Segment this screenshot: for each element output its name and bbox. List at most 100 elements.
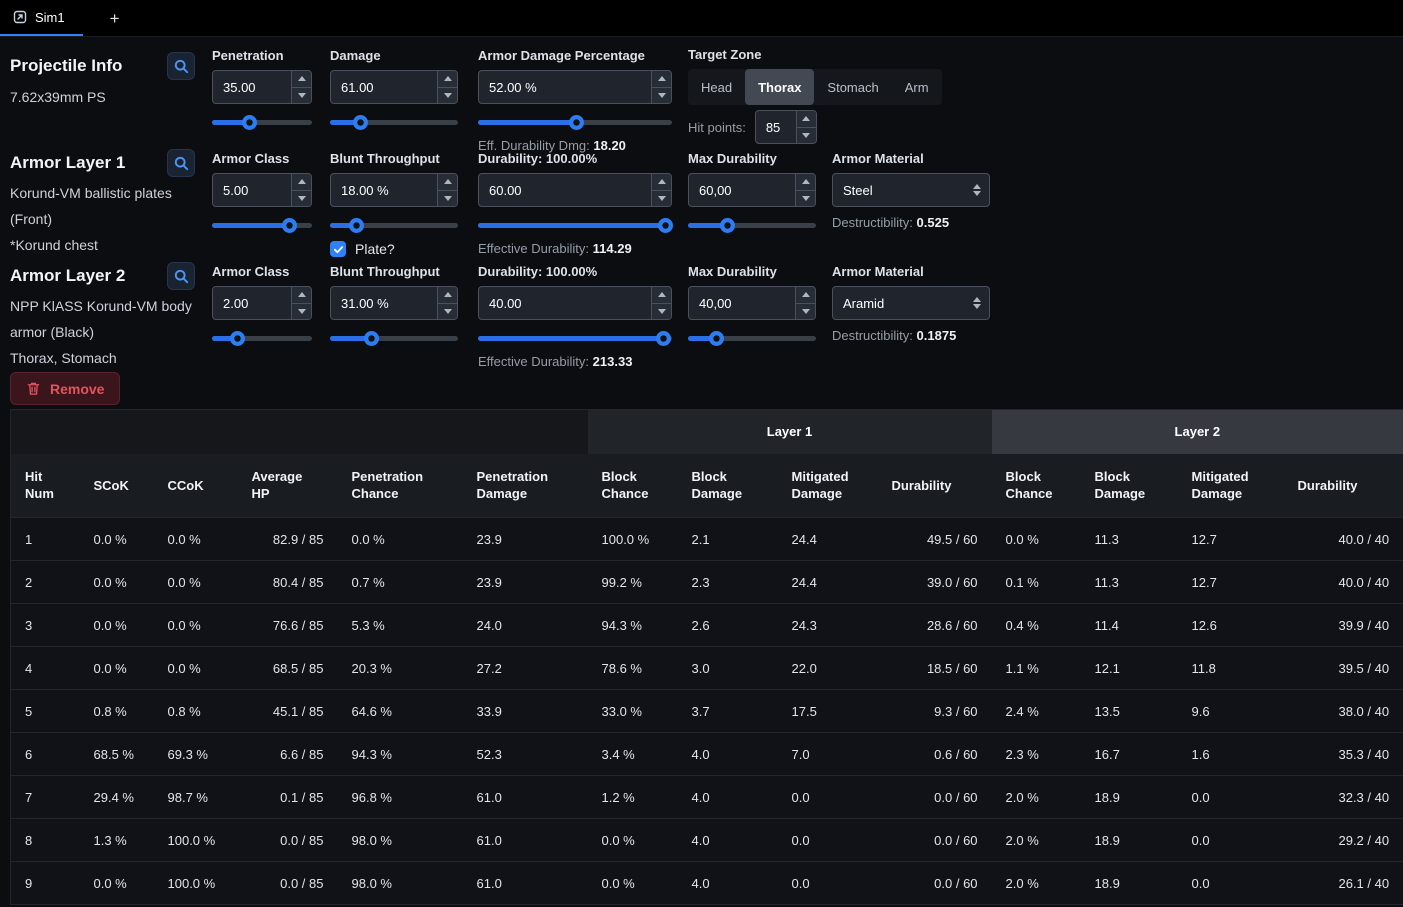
spin-up-button[interactable] bbox=[796, 287, 815, 303]
spin-up-button[interactable] bbox=[796, 174, 815, 190]
spin-up-button[interactable] bbox=[292, 71, 311, 87]
layer1-armor-class-slider[interactable] bbox=[212, 218, 312, 233]
zone-button-arm[interactable]: Arm bbox=[892, 69, 942, 105]
zone-button-head[interactable]: Head bbox=[688, 69, 745, 105]
projectile-search-button[interactable] bbox=[167, 52, 195, 80]
slider-thumb[interactable] bbox=[348, 218, 364, 233]
slider-thumb[interactable] bbox=[230, 331, 245, 346]
slider-thumb[interactable] bbox=[658, 218, 674, 233]
layer1-armor-class-control: Armor Class bbox=[212, 151, 312, 233]
table-cell: 68.5 / 85 bbox=[237, 646, 338, 690]
table-row: 1 0.0 % 0.0 % 82.9 / 85 0.0 % 23.9 100.0 % 2.1 2… bbox=[10, 517, 1403, 561]
table-cell: 1.1 % bbox=[991, 646, 1081, 690]
zone-button-thorax[interactable]: Thorax bbox=[745, 69, 815, 105]
table-cell: 76.6 / 85 bbox=[237, 603, 338, 647]
penetration-slider[interactable] bbox=[212, 115, 312, 130]
armor-damage-slider[interactable] bbox=[478, 115, 672, 130]
remove-label: Remove bbox=[50, 380, 105, 397]
spin-down-button[interactable] bbox=[292, 86, 311, 103]
damage-control: Damage bbox=[330, 48, 458, 130]
armor-class-label: Armor Class bbox=[212, 151, 290, 166]
effective-durability-line: Effective Durability: 114.29 bbox=[478, 241, 672, 256]
armor-damage-control: Armor Damage Percentage Eff. Durability … bbox=[478, 48, 672, 153]
plate-checkbox[interactable]: Plate? bbox=[330, 241, 458, 257]
layer1-search-button[interactable] bbox=[167, 149, 195, 177]
spin-up-button[interactable] bbox=[652, 174, 671, 190]
chevron-down-icon bbox=[443, 92, 452, 98]
armor-damage-input[interactable] bbox=[478, 70, 672, 104]
tab-sim1[interactable]: Sim1 bbox=[0, 0, 83, 36]
spin-up-button[interactable] bbox=[438, 71, 457, 87]
table-cell: 20.3 % bbox=[337, 646, 463, 690]
damage-slider[interactable] bbox=[330, 115, 458, 130]
blunt-throughput-label: Blunt Throughput bbox=[330, 264, 440, 279]
spin-down-button[interactable] bbox=[438, 86, 457, 103]
spin-up-button[interactable] bbox=[438, 287, 457, 303]
table-cell: 100.0 % bbox=[153, 818, 238, 862]
group-header-layer2: Layer 2 bbox=[991, 409, 1403, 454]
table-cell: 12.1 bbox=[1080, 646, 1178, 690]
spin-up-button[interactable] bbox=[652, 71, 671, 87]
spin-down-button[interactable] bbox=[796, 126, 816, 143]
slider-thumb[interactable] bbox=[242, 115, 257, 130]
new-tab-button[interactable]: + bbox=[110, 10, 120, 27]
slider-thumb[interactable] bbox=[282, 218, 297, 233]
layer2-blunt-slider[interactable] bbox=[330, 331, 458, 346]
spin-up-button[interactable] bbox=[438, 174, 457, 190]
table-cell: 0.0 % bbox=[79, 646, 154, 690]
slider-thumb[interactable] bbox=[719, 218, 735, 233]
spin-down-button[interactable] bbox=[652, 189, 671, 206]
table-cell: 39.5 / 40 bbox=[1283, 646, 1403, 690]
layer2-max-durability-slider[interactable] bbox=[688, 331, 816, 346]
spin-up-button[interactable] bbox=[292, 287, 311, 303]
slider-thumb[interactable] bbox=[352, 115, 368, 130]
table-cell: 1.2 % bbox=[587, 775, 678, 819]
layer2-durability-input[interactable] bbox=[478, 286, 672, 320]
spin-down-button[interactable] bbox=[652, 302, 671, 319]
zone-button-stomach[interactable]: Stomach bbox=[814, 69, 891, 105]
table-cell: 7.0 bbox=[777, 732, 878, 776]
spin-down-button[interactable] bbox=[292, 189, 311, 206]
table-cell: 0.0 % bbox=[587, 818, 678, 862]
chevron-up-icon bbox=[297, 76, 306, 82]
table-cell: 23.9 bbox=[462, 560, 588, 604]
slider-thumb[interactable] bbox=[568, 115, 584, 130]
col-l1-mitigated-damage: Mitigated Damage bbox=[777, 453, 878, 518]
penetration-spinner bbox=[291, 71, 311, 103]
slider-thumb[interactable] bbox=[656, 331, 672, 346]
layer2-name: NPP KlASS Korund-VM body armor (Black) bbox=[10, 298, 192, 340]
col-l1-block-chance: Block Chance bbox=[587, 453, 678, 518]
layer2-material-select[interactable]: Aramid bbox=[832, 286, 990, 320]
layer2-search-button[interactable] bbox=[167, 262, 195, 290]
remove-layer-button[interactable]: Remove bbox=[10, 372, 121, 405]
table-cell: 96.8 % bbox=[337, 775, 463, 819]
spin-down-button[interactable] bbox=[796, 302, 815, 319]
spin-down-button[interactable] bbox=[292, 302, 311, 319]
spin-down-button[interactable] bbox=[438, 189, 457, 206]
slider-thumb[interactable] bbox=[709, 331, 725, 346]
table-cell: 32.3 / 40 bbox=[1283, 775, 1403, 819]
layer1-durability-slider[interactable] bbox=[478, 218, 674, 233]
slider-fill bbox=[478, 120, 577, 125]
table-cell: 64.6 % bbox=[337, 689, 463, 733]
spin-down-button[interactable] bbox=[652, 86, 671, 103]
spin-up-button[interactable] bbox=[292, 174, 311, 190]
spin-down-button[interactable] bbox=[796, 189, 815, 206]
layer1-max-durability-slider[interactable] bbox=[688, 218, 816, 233]
table-cell: 24.4 bbox=[777, 517, 878, 561]
spin-up-button[interactable] bbox=[796, 111, 816, 127]
table-cell: 0.0 bbox=[777, 818, 878, 862]
col-l1-durability: Durability bbox=[877, 453, 992, 518]
layer1-durability-input[interactable] bbox=[478, 173, 672, 207]
layer2-durability-slider[interactable] bbox=[478, 331, 672, 346]
table-cell: 8 bbox=[10, 818, 80, 862]
layer2-armor-class-slider[interactable] bbox=[212, 331, 312, 346]
layer2-durability-control: Durability: 100.00% Effective Durability… bbox=[478, 264, 672, 369]
layer1-material-select[interactable]: Steel bbox=[832, 173, 990, 207]
spin-up-button[interactable] bbox=[652, 287, 671, 303]
table-cell: 0.0 % bbox=[79, 517, 154, 561]
table-cell: 24.3 bbox=[777, 603, 878, 647]
slider-thumb[interactable] bbox=[364, 331, 380, 346]
layer1-blunt-slider[interactable] bbox=[330, 218, 458, 233]
spin-down-button[interactable] bbox=[438, 302, 457, 319]
